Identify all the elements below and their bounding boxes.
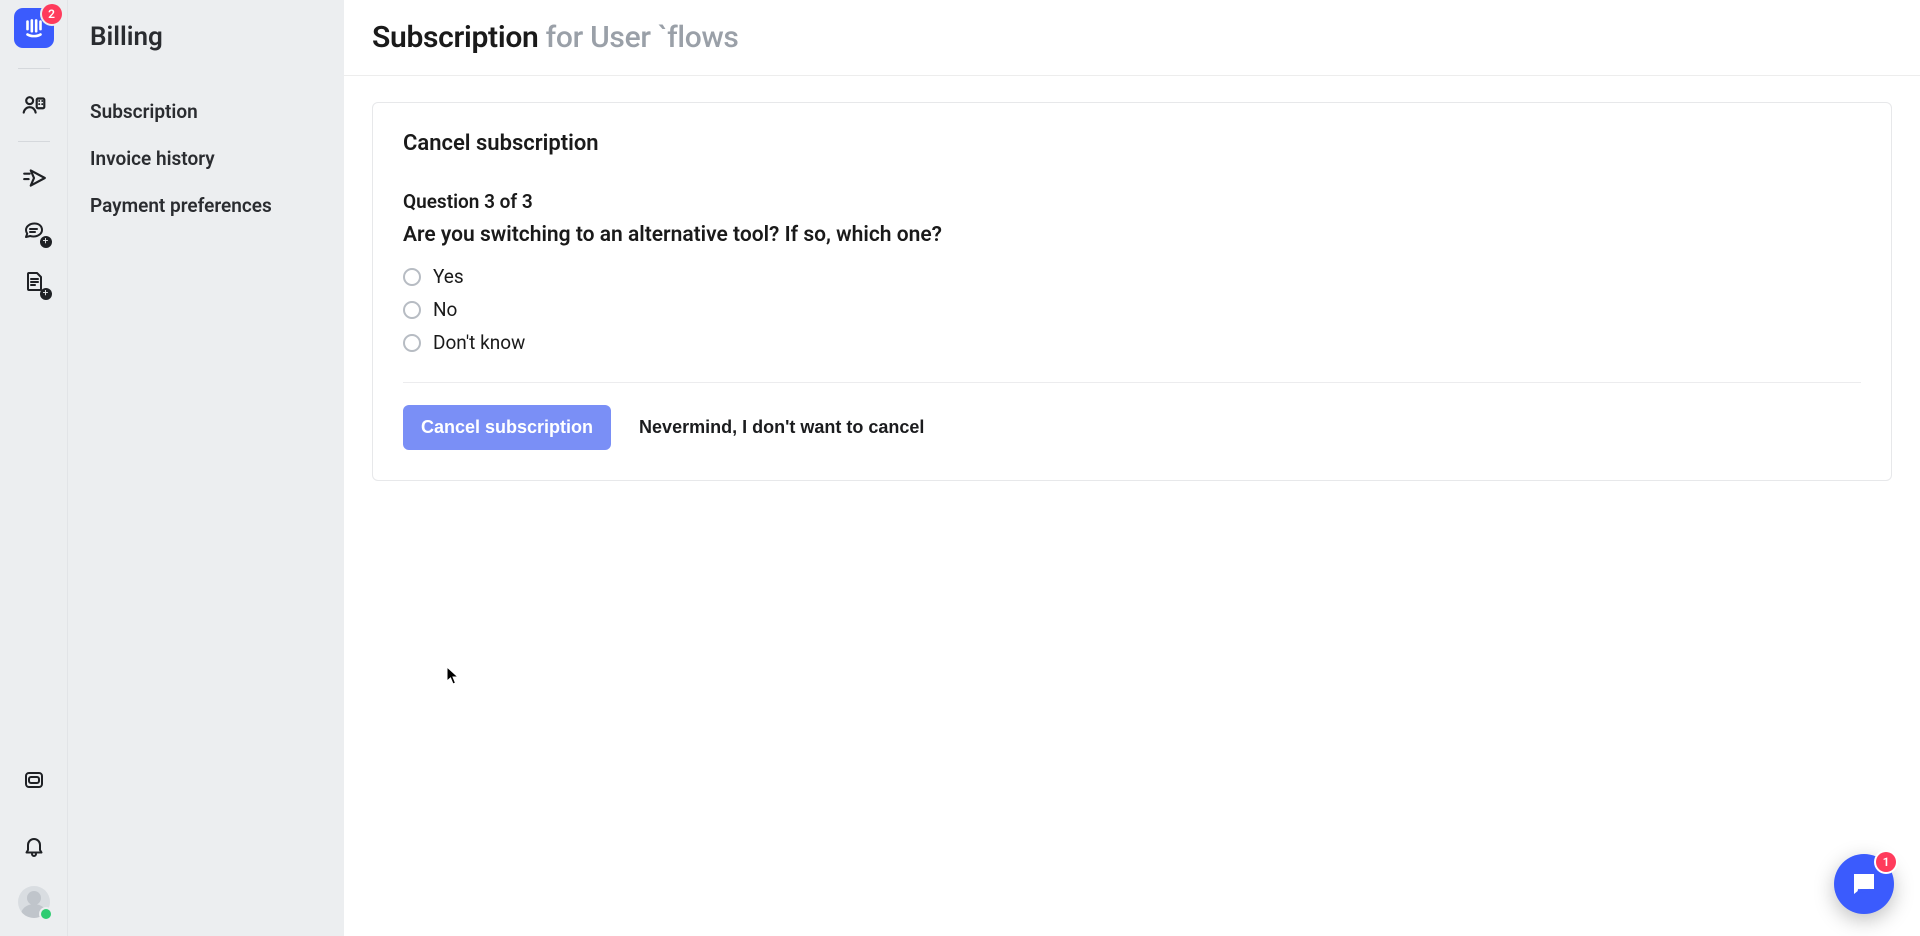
main-header: Subscription for User `flows (344, 0, 1920, 76)
sidebar-item-payment-preferences[interactable]: Payment preferences (90, 182, 318, 229)
user-avatar-wrap[interactable] (18, 886, 50, 918)
divider (403, 382, 1861, 383)
app-logo-badge: 2 (42, 4, 62, 24)
answer-options: Yes No Don't know (403, 265, 1861, 354)
option-label: Yes (433, 265, 464, 288)
card-title: Cancel subscription (403, 131, 1861, 156)
nav-new-conversation[interactable]: + (14, 210, 54, 250)
content: Cancel subscription Question 3 of 3 Are … (344, 76, 1920, 507)
stack-icon (22, 768, 46, 792)
nav-contacts[interactable] (14, 85, 54, 125)
contacts-icon (21, 92, 47, 118)
chat-launcher-badge: 1 (1876, 852, 1896, 872)
card-actions: Cancel subscription Nevermind, I don't w… (403, 405, 1861, 450)
presence-indicator (41, 909, 51, 919)
option-no[interactable]: No (403, 298, 1861, 321)
radio-icon (403, 301, 421, 319)
sidebar: Billing Subscription Invoice history Pay… (68, 0, 344, 936)
main: Subscription for User `flows Cancel subs… (344, 0, 1920, 936)
plus-badge-icon: + (40, 288, 52, 300)
icon-rail: 2 (0, 0, 68, 936)
question-text: Are you switching to an alternative tool… (403, 223, 1861, 247)
option-dont-know[interactable]: Don't know (403, 331, 1861, 354)
app-root: 2 (0, 0, 1920, 936)
send-icon (21, 165, 47, 191)
rail-divider (18, 141, 50, 142)
sidebar-item-subscription[interactable]: Subscription (90, 88, 318, 135)
option-label: Don't know (433, 331, 525, 354)
nevermind-button[interactable]: Nevermind, I don't want to cancel (639, 417, 924, 438)
page-title-strong: Subscription (372, 20, 538, 55)
app-logo[interactable]: 2 (14, 8, 54, 48)
radio-icon (403, 334, 421, 352)
chat-launcher[interactable]: 1 (1834, 854, 1894, 914)
nav-new-article[interactable]: + (14, 262, 54, 302)
icon-rail-top: 2 (0, 8, 67, 308)
cancel-subscription-button[interactable]: Cancel subscription (403, 405, 611, 450)
option-label: No (433, 298, 457, 321)
rail-divider (18, 68, 50, 69)
nav-outbound[interactable] (14, 158, 54, 198)
page-title: Subscription for User `flows (372, 20, 1892, 55)
sidebar-title: Billing (90, 22, 318, 52)
bell-icon (22, 834, 46, 858)
question-progress: Question 3 of 3 (403, 190, 1861, 213)
radio-icon (403, 268, 421, 286)
nav-notifications[interactable] (14, 826, 54, 866)
icon-rail-bottom (0, 754, 67, 924)
plus-badge-icon: + (40, 236, 52, 248)
nav-reports[interactable] (14, 760, 54, 800)
chat-icon (1849, 869, 1879, 899)
option-yes[interactable]: Yes (403, 265, 1861, 288)
cancel-subscription-card: Cancel subscription Question 3 of 3 Are … (372, 102, 1892, 481)
sidebar-item-invoice-history[interactable]: Invoice history (90, 135, 318, 182)
page-title-muted: for User `flows (538, 20, 738, 55)
